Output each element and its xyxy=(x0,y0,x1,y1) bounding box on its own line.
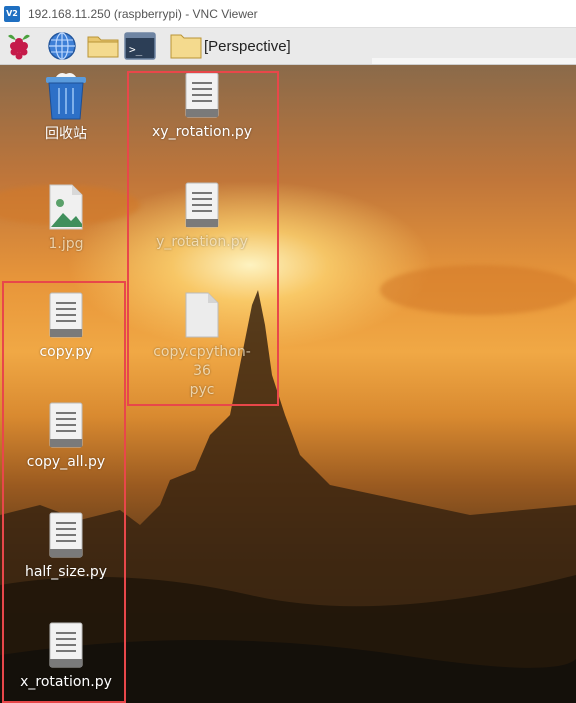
vnc-logo-icon: V2 xyxy=(4,5,20,22)
desktop[interactable]: 回收站 1.jpg copy.py copy_all.py half_size.… xyxy=(0,65,576,703)
desktop-icon-trash[interactable]: 回收站 xyxy=(16,71,116,144)
highlight-box-middle xyxy=(127,71,279,406)
highlight-box-left xyxy=(2,281,126,703)
raspberry-menu-icon xyxy=(8,34,30,60)
raspberry-menu-button[interactable] xyxy=(4,30,34,62)
desktop-icon-image-file[interactable]: 1.jpg xyxy=(16,183,116,254)
image-file-icon xyxy=(49,184,83,230)
desktop-icon-label: 回收站 xyxy=(45,126,87,142)
terminal-icon: >_ xyxy=(124,32,156,60)
taskbar: >_ [Perspective] xyxy=(0,28,576,65)
vnc-title-bar[interactable]: V2 192.168.11.250 (raspberrypi) - VNC Vi… xyxy=(0,0,576,28)
taskbar-divider xyxy=(372,58,576,64)
folders-icon xyxy=(87,36,119,58)
taskbar-window-label: [Perspective] xyxy=(204,37,291,55)
folder-icon xyxy=(170,34,202,59)
web-browser-button[interactable] xyxy=(46,30,78,62)
trash-icon xyxy=(46,73,86,120)
taskbar-window-perspective[interactable]: [Perspective] xyxy=(170,30,291,62)
file-manager-button[interactable] xyxy=(86,30,120,62)
terminal-button[interactable]: >_ xyxy=(124,30,156,62)
window-title: 192.168.11.250 (raspberrypi) - VNC Viewe… xyxy=(28,6,258,21)
globe-icon xyxy=(48,32,76,60)
desktop-icon-label: 1.jpg xyxy=(48,236,84,252)
svg-text:>_: >_ xyxy=(129,43,143,56)
